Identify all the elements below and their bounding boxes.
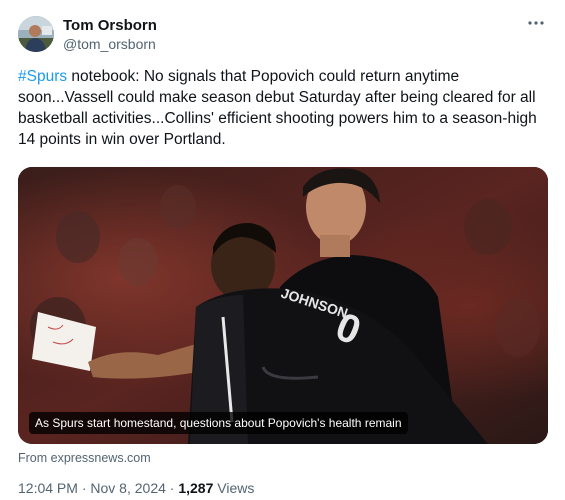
- author-handle[interactable]: @tom_orsborn: [63, 36, 156, 52]
- card-caption: As Spurs start homestand, questions abou…: [29, 412, 408, 434]
- link-card-image[interactable]: JOHNSON 0 As Spurs start homestand, ques…: [18, 167, 548, 444]
- views-count[interactable]: 1,287: [178, 480, 213, 496]
- photo-illustration: JOHNSON 0: [18, 167, 548, 444]
- tweet-text: #Spurs notebook: No signals that Popovic…: [18, 66, 548, 150]
- more-button[interactable]: [523, 12, 549, 34]
- author-name[interactable]: Tom Orsborn: [63, 17, 157, 34]
- avatar[interactable]: [18, 16, 54, 52]
- tweet-card: Tom Orsborn @tom_orsborn #Spurs notebook…: [0, 0, 565, 500]
- more-horizontal-icon: [528, 21, 544, 25]
- tweet-body: notebook: No signals that Popovich could…: [18, 68, 537, 148]
- tweet-date[interactable]: Nov 8, 2024: [90, 480, 166, 496]
- meta-separator: ·: [165, 480, 179, 496]
- tweet-time[interactable]: 12:04 PM: [18, 480, 78, 496]
- hashtag-link[interactable]: #Spurs: [18, 68, 67, 85]
- meta-separator: ·: [77, 480, 91, 496]
- views-label: Views: [213, 480, 255, 496]
- avatar-image: [18, 16, 54, 52]
- tweet-meta: 12:04 PM · Nov 8, 2024 · 1,287 Views: [18, 480, 254, 496]
- card-source-link[interactable]: From expressnews.com: [18, 451, 151, 465]
